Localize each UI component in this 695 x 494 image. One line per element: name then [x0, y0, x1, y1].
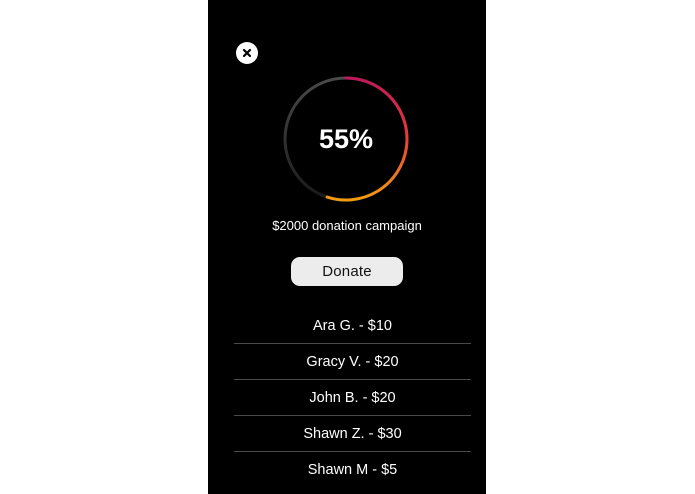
progress-percent: 55%: [318, 123, 374, 154]
close-icon: [242, 48, 252, 58]
donor-list-item: John B. - $20: [234, 380, 471, 416]
progress-ring: 55%: [282, 74, 410, 204]
donor-list-item: Ara G. - $10: [234, 308, 471, 344]
donor-list: Ara G. - $10 Gracy V. - $20 John B. - $2…: [234, 308, 471, 488]
campaign-label: $2000 donation campaign: [272, 218, 422, 233]
donor-list-item: Gracy V. - $20: [234, 344, 471, 380]
close-button[interactable]: [236, 42, 258, 64]
donate-button[interactable]: Donate: [291, 257, 403, 286]
donor-list-item: Shawn M - $5: [307, 462, 398, 478]
donation-screen: 55% $2000 donation campaign Donate Ara G…: [208, 0, 486, 494]
donor-list-item: Shawn Z. - $30: [234, 416, 471, 452]
